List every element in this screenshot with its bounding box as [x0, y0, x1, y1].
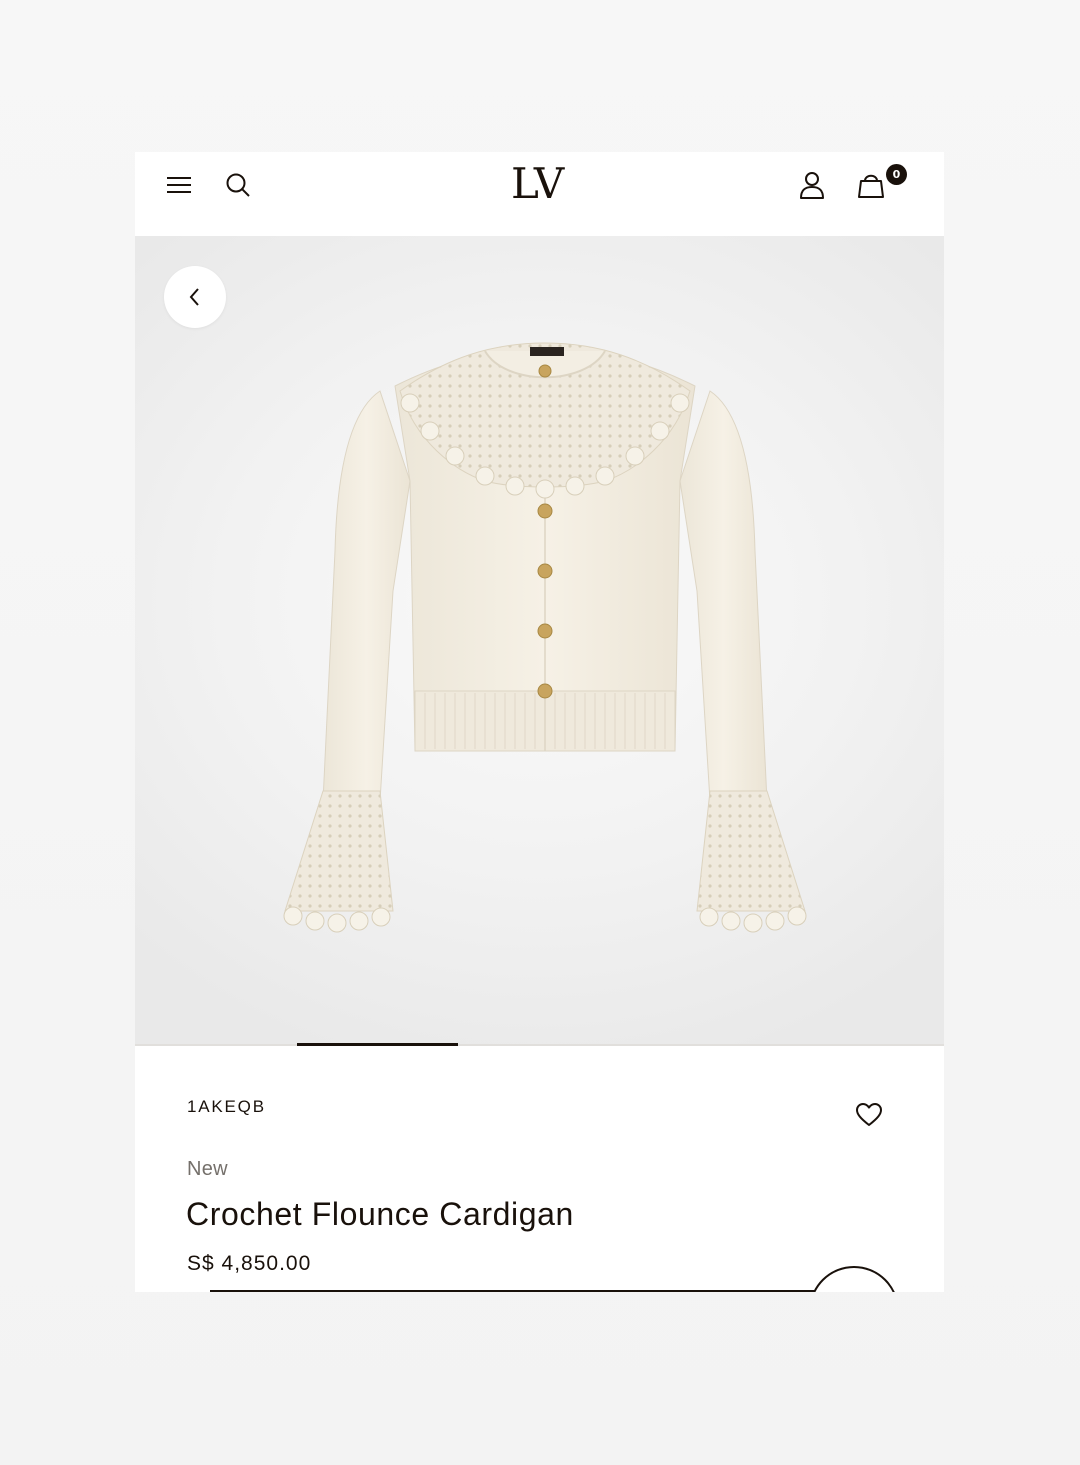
left-sleeve	[322, 390, 411, 802]
right-flounce-cuff	[696, 790, 806, 912]
menu-icon	[167, 177, 191, 193]
bag-count-badge: 0	[886, 164, 907, 185]
product-sku: 1AKEQB	[187, 1097, 266, 1116]
add-to-bag-button-edge[interactable]	[210, 1290, 830, 1292]
left-flounce-cuff	[284, 790, 394, 912]
carousel-progress-indicator	[297, 1043, 458, 1046]
shopping-bag-button[interactable]	[851, 165, 891, 205]
brand-logo[interactable]: LV	[505, 158, 575, 214]
product-price: S$ 4,850.00	[187, 1252, 312, 1275]
top-navigation-bar: LV 0	[135, 152, 944, 236]
brand-label	[530, 347, 564, 356]
heart-icon	[856, 1103, 882, 1126]
cardigan-product-image	[283, 342, 807, 933]
product-title: Crochet Flounce Cardigan	[186, 1196, 574, 1232]
product-image-carousel[interactable]	[135, 236, 944, 1044]
page-background: LV 0 1AKEQB New Crochet Flounce Cardigan…	[0, 0, 1080, 1465]
logo-letters: LV	[511, 159, 565, 208]
new-badge: New	[187, 1158, 228, 1180]
add-to-wishlist-button[interactable]	[851, 1097, 887, 1133]
account-button[interactable]	[792, 165, 832, 205]
search-icon	[226, 173, 250, 197]
floating-action-button[interactable]	[809, 1266, 899, 1292]
product-page: LV 0 1AKEQB New Crochet Flounce Cardigan…	[135, 152, 944, 1292]
chevron-left-icon	[189, 288, 199, 306]
back-button[interactable]	[164, 266, 226, 328]
shopping-bag-icon	[858, 174, 884, 198]
account-icon	[800, 172, 824, 199]
search-button[interactable]	[218, 165, 258, 205]
right-sleeve	[679, 390, 768, 802]
menu-button[interactable]	[159, 165, 199, 205]
carousel-progress-track	[135, 1044, 944, 1046]
